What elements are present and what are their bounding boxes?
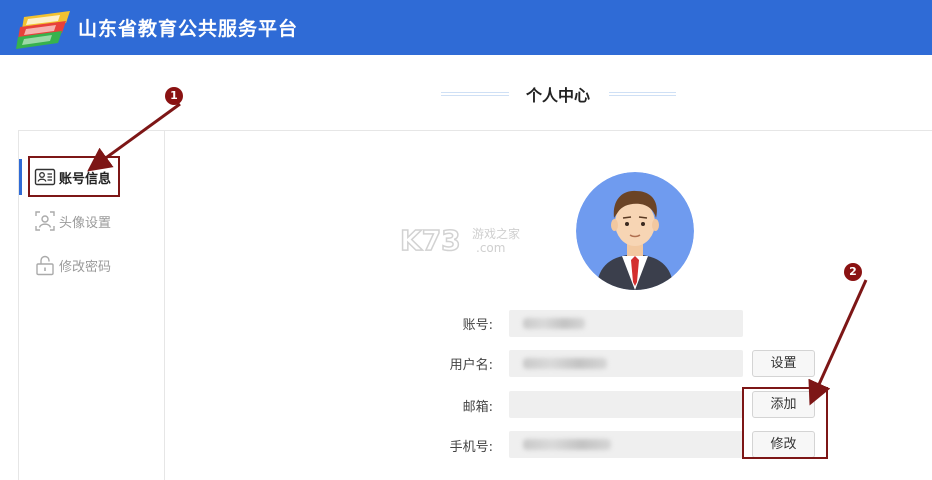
username-field [509,350,743,377]
page-title: 个人中心 [525,86,590,105]
watermark-domain: .com [476,241,505,255]
blurred-value [523,439,611,450]
phone-field [509,431,743,458]
email-label: 邮箱: [462,400,493,415]
account-label: 账号: [462,318,493,333]
top-header-bar: 山东省教育公共服务平台 [0,0,932,55]
annotation-marker-2: 2 [844,263,862,281]
account-field [509,310,743,337]
title-divider-left [441,92,509,96]
user-avatar[interactable] [576,172,694,290]
sidebar-item-change-password[interactable]: 修改密码 [19,247,165,283]
set-username-button[interactable]: 设置 [752,350,815,377]
blurred-value [523,358,607,369]
email-field [509,391,743,418]
annotation-marker-1: 1 [165,87,183,105]
user-portrait-icon [35,211,55,231]
blurred-value [523,318,585,329]
phone-label: 手机号: [449,440,493,455]
sidebar-item-label: 头像设置 [59,216,112,231]
platform-name[interactable]: 山东省教育公共服务平台 [78,14,298,41]
sidebar-item-label: 修改密码 [59,260,112,275]
watermark-brand: K73 [400,224,461,257]
active-indicator [19,159,22,195]
page-title-area: 个人中心 [0,82,932,106]
watermark-tagline: 游戏之家 [472,226,520,241]
username-label: 用户名: [449,358,493,373]
unlock-icon [36,255,54,276]
k73-watermark: K73 游戏之家 .com [399,222,530,258]
k73-watermark-logo: K73 游戏之家 .com [399,223,520,258]
annotation-box-account-info [28,156,120,197]
sidebar-item-avatar-settings[interactable]: 头像设置 [19,203,165,239]
title-divider-right [609,92,676,96]
platform-logo-icon[interactable] [16,7,76,51]
annotation-box-edit-buttons [742,387,828,459]
businessman-avatar-icon [576,172,694,290]
